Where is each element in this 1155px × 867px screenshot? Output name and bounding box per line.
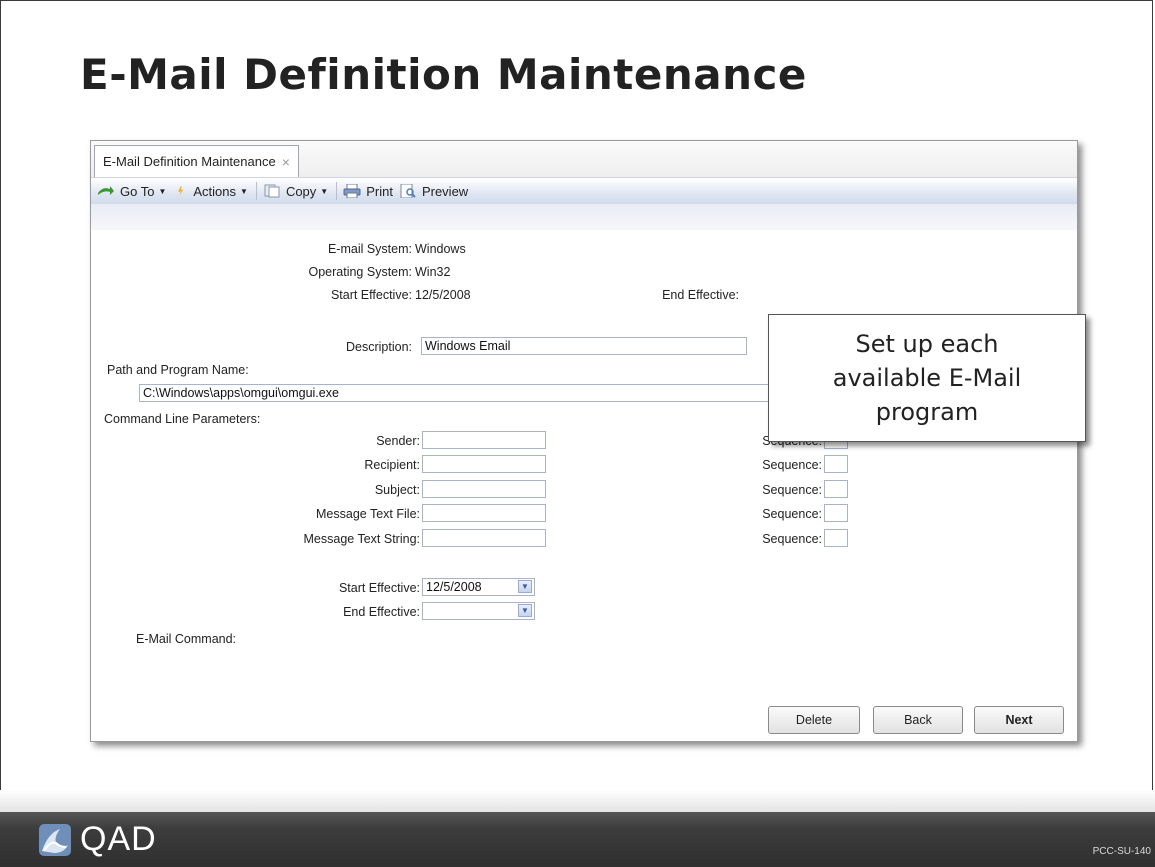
path-field[interactable]: C:\Windows\apps\omgui\omgui.exe <box>139 384 779 402</box>
slide-title: E-Mail Definition Maintenance <box>80 50 807 99</box>
slide-code: PCC-SU-140 <box>1092 846 1151 857</box>
start-effective-label: Start Effective: <box>330 288 412 302</box>
recipient-label: Recipient: <box>364 458 420 472</box>
tab-label: E-Mail Definition Maintenance <box>103 154 276 169</box>
qad-logo-icon <box>39 823 71 856</box>
preview-button[interactable]: Preview <box>399 184 468 199</box>
email-system-label: E-mail System: <box>327 242 412 256</box>
recipient-sequence-field[interactable] <box>824 455 848 473</box>
callout-line: Set up each <box>855 330 999 358</box>
email-system-value: Windows <box>415 242 466 256</box>
tab-bar: E-Mail Definition Maintenance × <box>91 141 1077 178</box>
message-string-field[interactable] <box>422 529 546 547</box>
end-effective-label: End Effective: <box>662 288 739 302</box>
start-effective-select-value: 12/5/2008 <box>426 580 482 594</box>
message-file-field[interactable] <box>422 504 546 522</box>
path-label: Path and Program Name: <box>107 363 249 377</box>
delete-button[interactable]: Delete <box>768 706 860 734</box>
callout-line: available E-Mail <box>832 364 1022 392</box>
cmdline-label: Command Line Parameters: <box>104 412 261 426</box>
callout-box: Set up each available E-Mail program <box>768 314 1086 442</box>
start-effective-value: 12/5/2008 <box>415 288 471 302</box>
end-effective-select[interactable]: ▼ <box>422 602 535 620</box>
sequence-label: Sequence: <box>762 458 822 472</box>
recipient-field[interactable] <box>422 455 546 473</box>
message-string-sequence-field[interactable] <box>824 529 848 547</box>
footer-bar <box>0 812 1155 867</box>
toolbar-separator <box>336 182 338 200</box>
goto-arrow-icon <box>98 186 114 195</box>
description-label: Description: <box>346 340 412 354</box>
start-effective-select[interactable]: 12/5/2008 ▼ <box>422 578 535 596</box>
sender-field[interactable] <box>422 431 546 449</box>
actions-label: Actions <box>193 183 237 199</box>
chevron-down-icon: ▼ <box>158 186 167 196</box>
logo-text: QAD <box>80 820 157 858</box>
print-label: Print <box>366 183 393 199</box>
copy-button[interactable]: Copy ▼ <box>263 184 328 199</box>
lightning-icon <box>178 186 184 196</box>
chevron-down-icon: ▼ <box>320 186 329 196</box>
close-icon[interactable]: × <box>282 154 290 170</box>
callout-line: program <box>875 398 979 426</box>
qad-logo: QAD <box>38 820 157 859</box>
os-value: Win32 <box>415 265 451 279</box>
copy-icon <box>264 184 280 198</box>
subject-label: Subject: <box>374 483 420 497</box>
toolbar: Go To ▼ Actions ▼ Copy ▼ Print Preview <box>91 178 1077 204</box>
footer-gradient <box>0 790 1155 812</box>
subject-sequence-field[interactable] <box>824 480 848 498</box>
chevron-down-icon[interactable]: ▼ <box>518 580 532 593</box>
email-command-label: E-Mail Command: <box>136 632 237 646</box>
tab-email-definition[interactable]: E-Mail Definition Maintenance × <box>94 145 299 177</box>
printer-icon <box>343 184 361 198</box>
message-file-sequence-field[interactable] <box>824 504 848 522</box>
next-button[interactable]: Next <box>974 706 1064 734</box>
copy-label: Copy <box>285 183 317 199</box>
message-file-label: Message Text File: <box>316 507 420 521</box>
chevron-down-icon: ▼ <box>240 186 248 196</box>
print-button[interactable]: Print <box>343 184 393 199</box>
subject-field[interactable] <box>422 480 546 498</box>
start-effective2-label: Start Effective: <box>338 581 420 595</box>
message-string-label: Message Text String: <box>303 532 421 546</box>
header-band <box>91 204 1077 230</box>
sequence-label: Sequence: <box>762 507 822 521</box>
goto-button[interactable]: Go To ▼ <box>97 184 166 199</box>
end-effective2-label: End Effective: <box>343 605 420 619</box>
sender-label: Sender: <box>376 434 420 448</box>
toolbar-separator <box>255 182 257 200</box>
os-label: Operating System: <box>308 265 412 279</box>
sequence-label: Sequence: <box>762 483 822 497</box>
back-button[interactable]: Back <box>873 706 963 734</box>
actions-button[interactable]: Actions ▼ <box>176 184 248 199</box>
preview-icon <box>400 184 416 198</box>
chevron-down-icon[interactable]: ▼ <box>518 604 532 617</box>
preview-label: Preview <box>421 183 469 199</box>
description-field[interactable]: Windows Email <box>421 337 747 355</box>
goto-label: Go To <box>120 183 155 199</box>
sequence-label: Sequence: <box>762 532 822 546</box>
